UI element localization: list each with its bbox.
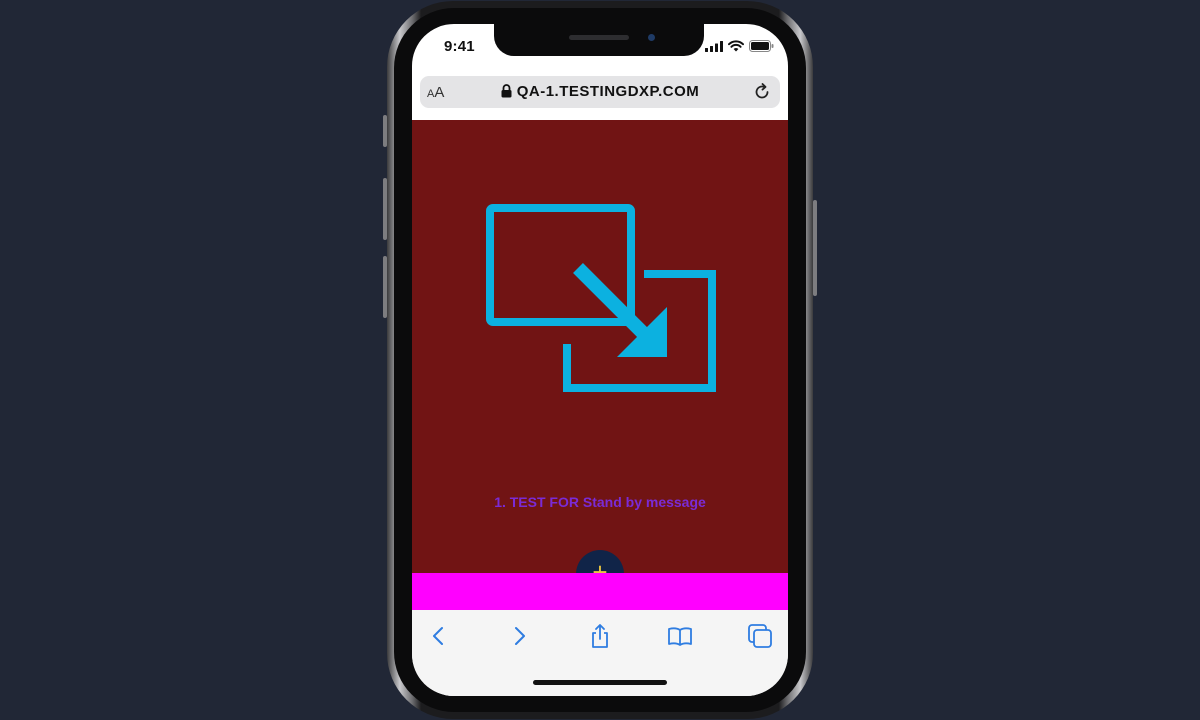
status-time: 9:41 (444, 38, 475, 55)
lock-icon (501, 84, 512, 98)
speaker (569, 35, 629, 40)
wifi-icon (728, 40, 744, 52)
mute-switch (383, 115, 387, 147)
forward-icon[interactable] (505, 622, 533, 650)
home-indicator (533, 680, 667, 685)
signal-icon (705, 40, 723, 52)
web-page-content: 1. TEST FOR Stand by message + (412, 120, 788, 610)
power-button (813, 200, 817, 296)
back-icon[interactable] (425, 622, 453, 650)
bottom-banner (412, 573, 788, 610)
battery-icon (749, 40, 774, 52)
notch (494, 24, 704, 56)
tabs-icon[interactable] (746, 622, 774, 650)
address-bar[interactable]: AA QA-1.TESTINGDXP.COM (420, 76, 780, 108)
browser-toolbar (412, 610, 788, 696)
phone-screen: 9:41 AA QA-1.TESTINGDXP.COM 1. TEST FOR … (412, 24, 788, 696)
url-text: QA-1.TESTINGDXP.COM (516, 83, 700, 100)
status-icons (705, 40, 774, 52)
front-camera (648, 34, 655, 41)
resize-arrow-icon (486, 204, 716, 392)
standby-message: 1. TEST FOR Stand by message (494, 494, 706, 510)
reload-icon[interactable] (752, 82, 772, 102)
share-icon[interactable] (586, 622, 614, 650)
bookmarks-icon[interactable] (666, 622, 694, 650)
volume-up-button (383, 178, 387, 240)
url-display[interactable]: QA-1.TESTINGDXP.COM (420, 83, 780, 100)
volume-down-button (383, 256, 387, 318)
